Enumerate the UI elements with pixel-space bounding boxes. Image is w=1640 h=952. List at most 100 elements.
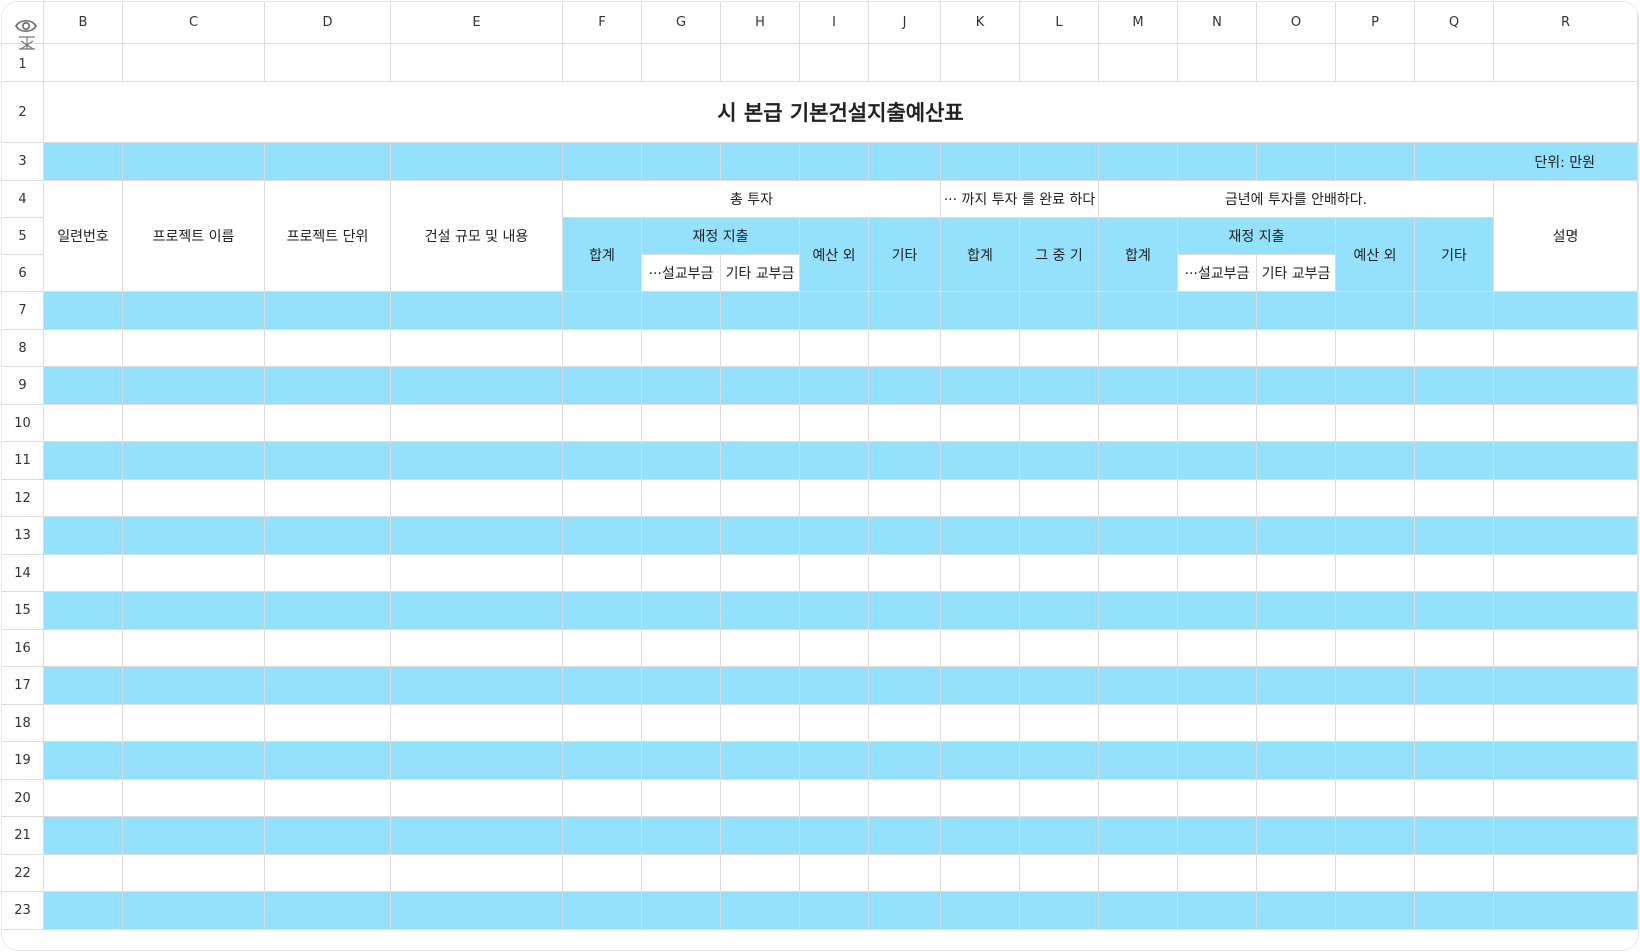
cell[interactable]	[44, 442, 123, 480]
column-header-i[interactable]: I	[800, 2, 869, 44]
cell[interactable]	[1178, 330, 1257, 367]
column-header-r[interactable]: R	[1494, 2, 1638, 44]
cell[interactable]	[721, 480, 800, 517]
cell[interactable]	[869, 780, 941, 817]
cell[interactable]	[1494, 555, 1638, 592]
cell[interactable]	[44, 667, 123, 705]
cell[interactable]	[1257, 480, 1336, 517]
cell[interactable]	[642, 330, 721, 367]
unit-label[interactable]: 단위: 만원	[1415, 143, 1638, 181]
cell[interactable]	[941, 44, 1020, 82]
cell[interactable]	[1020, 630, 1099, 667]
cell[interactable]	[800, 667, 869, 705]
cell[interactable]	[642, 292, 721, 330]
cell[interactable]	[1020, 405, 1099, 442]
cell[interactable]	[800, 855, 869, 892]
cell[interactable]	[869, 555, 941, 592]
header-project-name[interactable]: 프로젝트 이름	[123, 181, 265, 292]
cell[interactable]	[869, 667, 941, 705]
cell[interactable]	[123, 367, 265, 405]
cell[interactable]	[1494, 705, 1638, 742]
header-budget-out-i[interactable]: 예산 외	[800, 218, 869, 292]
cell[interactable]	[1257, 44, 1336, 82]
cell[interactable]	[1020, 667, 1099, 705]
cell[interactable]	[265, 667, 391, 705]
cell[interactable]	[1494, 892, 1638, 930]
cell[interactable]	[123, 592, 265, 630]
cell[interactable]	[1178, 555, 1257, 592]
cell[interactable]	[123, 705, 265, 742]
cell[interactable]	[1336, 44, 1415, 82]
cell[interactable]	[123, 517, 265, 555]
cell[interactable]	[1415, 367, 1494, 405]
cell[interactable]	[44, 405, 123, 442]
cell[interactable]	[1178, 517, 1257, 555]
cell[interactable]	[1178, 405, 1257, 442]
cell[interactable]	[941, 405, 1020, 442]
cell[interactable]	[1178, 667, 1257, 705]
column-header-m[interactable]: M	[1099, 2, 1178, 44]
cell[interactable]	[391, 330, 563, 367]
cell[interactable]	[721, 292, 800, 330]
cell[interactable]	[1336, 630, 1415, 667]
header-project-unit[interactable]: 프로젝트 단위	[265, 181, 391, 292]
cell[interactable]	[44, 630, 123, 667]
cell[interactable]	[642, 742, 721, 780]
cell[interactable]	[1178, 143, 1257, 181]
cell[interactable]	[1099, 405, 1178, 442]
cell[interactable]	[265, 442, 391, 480]
cell[interactable]	[941, 143, 1020, 181]
cell[interactable]	[1099, 817, 1178, 855]
cell[interactable]	[1415, 517, 1494, 555]
row-header-10[interactable]: 10	[2, 405, 44, 442]
cell[interactable]	[1257, 367, 1336, 405]
cell[interactable]	[563, 667, 642, 705]
header-sub-n[interactable]: ···설교부금	[1178, 255, 1257, 292]
freeze-panes-icon[interactable]	[16, 35, 38, 51]
cell[interactable]	[941, 555, 1020, 592]
cell[interactable]	[1336, 480, 1415, 517]
cell[interactable]	[1336, 330, 1415, 367]
cell[interactable]	[642, 517, 721, 555]
cell[interactable]	[1415, 855, 1494, 892]
cell[interactable]	[941, 292, 1020, 330]
cell[interactable]	[642, 44, 721, 82]
row-header-17[interactable]: 17	[2, 667, 44, 705]
cell[interactable]	[563, 330, 642, 367]
cell[interactable]	[1178, 292, 1257, 330]
row-header-13[interactable]: 13	[2, 517, 44, 555]
cell[interactable]	[563, 292, 642, 330]
cell[interactable]	[869, 44, 941, 82]
cell[interactable]	[391, 367, 563, 405]
cell[interactable]	[1257, 630, 1336, 667]
cell[interactable]	[869, 705, 941, 742]
cell[interactable]	[1178, 892, 1257, 930]
column-header-d[interactable]: D	[265, 2, 391, 44]
cell[interactable]	[391, 667, 563, 705]
cell[interactable]	[721, 143, 800, 181]
cell[interactable]	[941, 592, 1020, 630]
header-other-q[interactable]: 기타	[1415, 218, 1494, 292]
cell[interactable]	[642, 780, 721, 817]
row-header-7[interactable]: 7	[2, 292, 44, 330]
row-header-18[interactable]: 18	[2, 705, 44, 742]
cell[interactable]	[1257, 555, 1336, 592]
cell[interactable]	[391, 143, 563, 181]
cell[interactable]	[563, 405, 642, 442]
row-header-3[interactable]: 3	[2, 143, 44, 181]
cell[interactable]	[44, 780, 123, 817]
cell[interactable]	[1336, 667, 1415, 705]
header-sum-m[interactable]: 합계	[1099, 218, 1178, 292]
cell[interactable]	[1494, 480, 1638, 517]
cell[interactable]	[44, 705, 123, 742]
cell[interactable]	[1257, 442, 1336, 480]
cell[interactable]	[800, 555, 869, 592]
cell[interactable]	[1415, 892, 1494, 930]
cell[interactable]	[391, 592, 563, 630]
row-header-21[interactable]: 21	[2, 817, 44, 855]
cell[interactable]	[391, 405, 563, 442]
header-completed-by[interactable]: ··· 까지 투자 를 완료 하다	[941, 181, 1099, 218]
cell[interactable]	[1178, 817, 1257, 855]
cell[interactable]	[800, 143, 869, 181]
cell[interactable]	[265, 742, 391, 780]
